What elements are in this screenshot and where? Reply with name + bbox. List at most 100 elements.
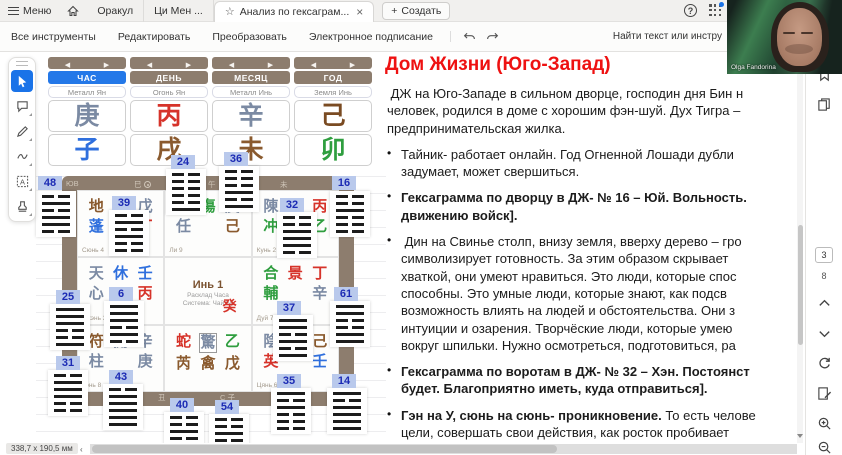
hexagram-35-glyph[interactable] [271,388,311,434]
pages-button[interactable] [816,96,832,112]
select-tool-button[interactable] [11,70,33,92]
create-button[interactable]: + Создать [382,2,450,20]
prev-arrow-button[interactable]: ◀ [229,54,234,72]
palace-bc[interactable]: 蛇驚乙芮禽戊 [164,325,251,392]
star-icon[interactable]: ☆ [225,5,235,18]
redo-icon[interactable] [486,31,499,42]
bazi-stem-cell[interactable]: 庚 [48,100,126,132]
hexagram-line [115,242,143,245]
yin-line [188,187,200,190]
hexagram-14-glyph[interactable] [327,388,367,434]
bazi-stem-cell[interactable]: 辛 [212,100,290,132]
sign-tool-button[interactable] [11,195,33,217]
vertical-scrollbar[interactable] [797,52,803,443]
hexagram-48-glyph[interactable] [36,191,76,237]
hexagram-line [277,413,305,416]
hexagram-6-number: 6 [109,287,133,301]
help-icon[interactable]: ? [684,4,697,17]
previous-page-button[interactable] [816,295,832,311]
hexagram-line [279,354,307,357]
close-tab-icon[interactable]: × [356,5,363,19]
hexagram-39-glyph[interactable] [109,210,149,256]
scroll-down-icon[interactable] [797,434,803,438]
bazi-header-ДЕНЬ[interactable]: ДЕНЬ [130,71,208,84]
hexagram-line [336,326,364,329]
tab-analiz-active[interactable]: ☆ Анализ по гексаграм... × [214,1,374,22]
prev-arrow-button[interactable]: ◀ [65,54,70,72]
draw-tool-button[interactable] [11,145,33,167]
hexagram-6-glyph[interactable] [104,301,144,347]
next-arrow-button[interactable]: ▶ [186,54,191,72]
hscroll-left-icon[interactable]: ‹ [80,445,83,454]
bazi-stem-cell[interactable]: 丙 [130,100,208,132]
yin-line [241,198,253,201]
hexagram-36-glyph[interactable] [219,166,259,212]
hexagram-32-glyph[interactable] [277,212,317,258]
apps-grid-icon[interactable] [709,4,722,17]
esign-button[interactable]: Электронное подписание [298,31,444,43]
hexagram-25-glyph[interactable] [50,304,90,350]
prev-arrow-button[interactable]: ◀ [147,54,152,72]
hexagram-40-glyph[interactable] [164,412,204,443]
home-button[interactable] [59,0,87,22]
qimen-chart: ЮВ 巳 午 未 ЮЗ СВ 丑 С 子 亥 СЗ 申 地生戊蓬丁Сюнь 4雀… [62,176,354,406]
edit-tool-button[interactable] [11,120,33,142]
bazi-stem-cell[interactable]: 己 [294,100,372,132]
hexagram-line [333,406,361,409]
find-text-button[interactable]: Найти текст или инстру [613,31,722,42]
hexagram-61-glyph[interactable] [330,301,370,347]
vertical-scrollbar-thumb[interactable] [798,225,803,345]
palace-char: 己 [311,333,329,351]
yin-line [277,427,289,430]
hexagram-line [170,430,198,433]
prev-arrow-button[interactable]: ◀ [311,54,316,72]
hexagram-24-glyph[interactable] [166,169,206,215]
all-tools-button[interactable]: Все инструменты [0,31,107,43]
next-arrow-button[interactable]: ▶ [268,54,273,72]
comment-tool-button[interactable] [11,95,33,117]
hexagram-43-glyph[interactable] [103,384,143,430]
bazi-header-ЧАС[interactable]: ЧАС [48,71,126,84]
rotate-page-button[interactable] [816,355,832,371]
yin-line [54,374,66,377]
tab-tsi-men[interactable]: Ци Мен ... [144,0,214,22]
webcam-overlay[interactable]: Olga Fandorina [727,0,842,74]
zoom-out-button[interactable] [816,439,832,455]
svg-text:A: A [20,177,25,186]
horizontal-scrollbar-thumb[interactable] [92,445,557,453]
bazi-branch-cell[interactable]: 子 [48,134,126,166]
hexagram-line [279,319,307,322]
edit-page-button[interactable] [816,385,832,401]
bazi-header-МЕСЯЦ[interactable]: МЕСЯЦ [212,71,290,84]
palace-c[interactable]: Инь 1Расклад ЧасаСистема: Чай Бу癸 [164,257,251,324]
palace-char: 禽 [199,355,217,373]
hexagram-line [42,230,70,233]
yang-line [54,395,82,398]
hexagram-37-glyph[interactable] [273,315,313,361]
zoom-in-button[interactable] [816,415,832,431]
hexagram-54-glyph[interactable] [209,414,249,443]
menu-button[interactable]: Меню [0,0,59,22]
tab-orakul[interactable]: Оракул [87,0,144,22]
notification-dot [719,2,724,7]
current-page-input[interactable]: 3 [815,247,833,263]
textbox-tool-button[interactable]: A [11,170,33,192]
hexagram-16-glyph[interactable] [330,191,370,237]
bazi-header-ГОД[interactable]: ГОД [294,71,372,84]
convert-button[interactable]: Преобразовать [201,31,298,43]
edit-button[interactable]: Редактировать [107,31,202,43]
next-page-button[interactable] [816,325,832,341]
yin-line [58,230,70,233]
bazi-branch-cell[interactable]: 卯 [294,134,372,166]
webcam-participant-name: Olga Fandorina [731,64,776,71]
yang-line [42,223,70,226]
hexagram-31-glyph[interactable] [48,370,88,416]
horizontal-scrollbar[interactable] [90,444,797,454]
bullet-item: •Гексаграмма по воротам в ДЖ- № 32 – Хэн… [385,363,797,398]
next-arrow-button[interactable]: ▶ [104,54,109,72]
next-arrow-button[interactable]: ▶ [350,54,355,72]
bazi-branch-cell[interactable]: 戌 [130,134,208,166]
undo-icon[interactable] [463,31,476,42]
drag-handle[interactable] [16,61,28,66]
palace-char: 休 [112,265,130,283]
